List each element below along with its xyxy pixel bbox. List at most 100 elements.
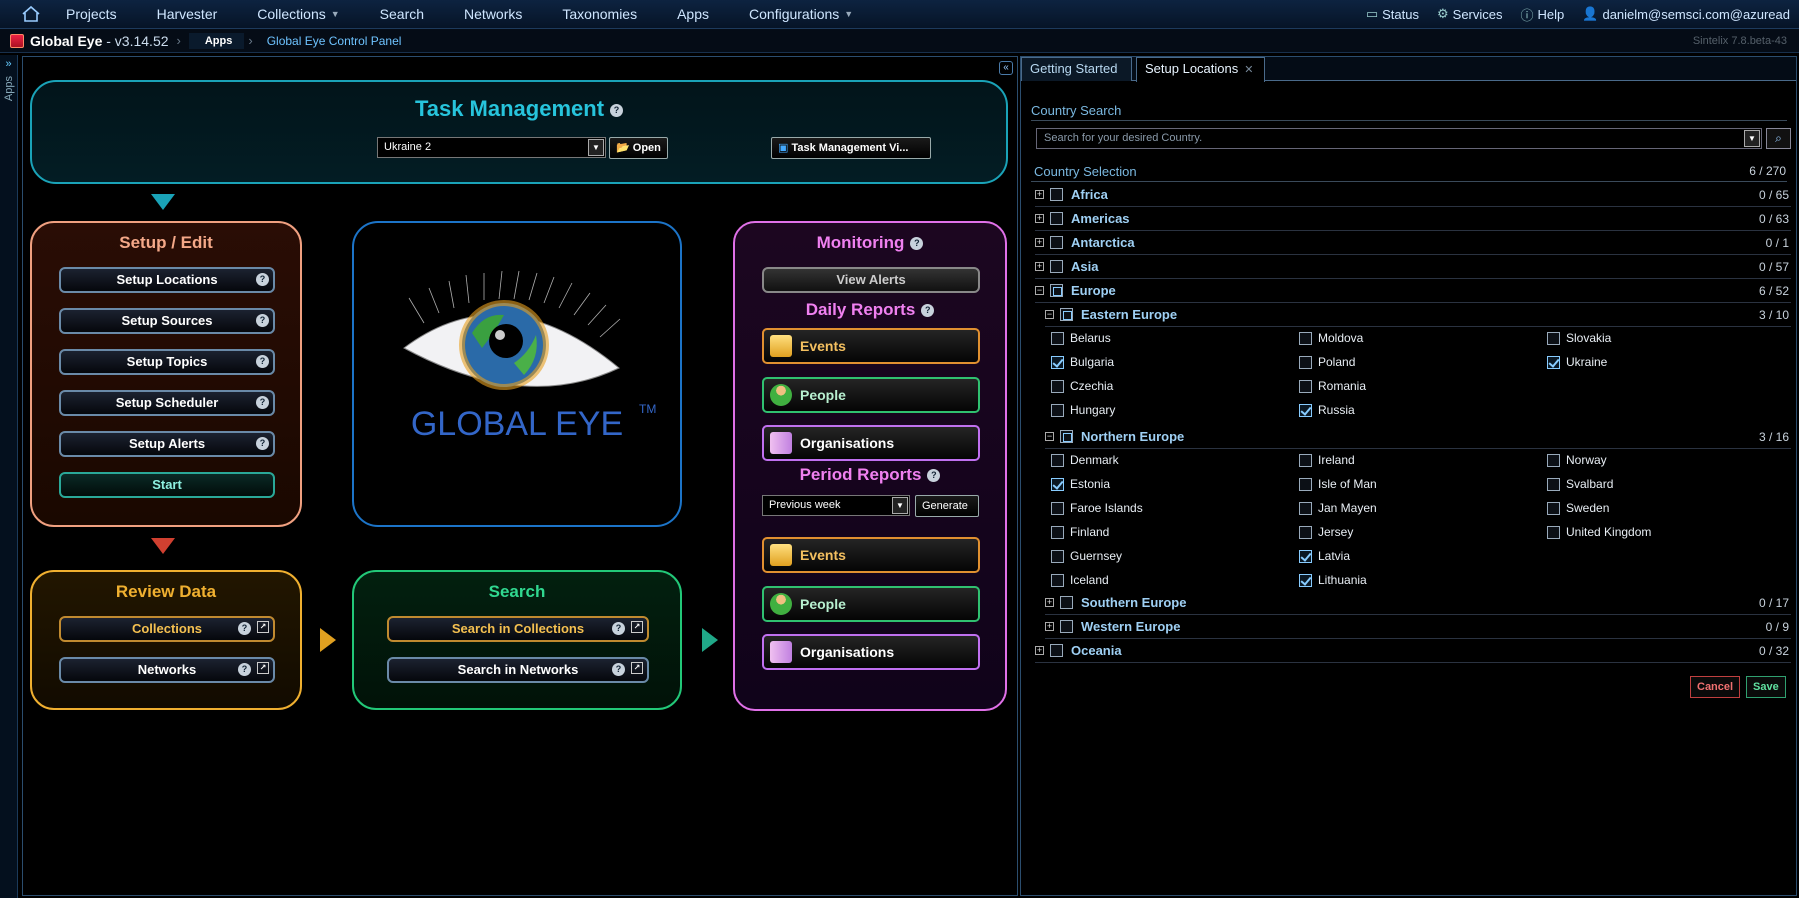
region-row[interactable]: + Oceania 0 / 32	[1035, 639, 1791, 663]
help-icon[interactable]: ?	[612, 622, 625, 635]
expand-icon[interactable]: +	[1045, 598, 1054, 607]
task-management-view-button[interactable]: ▣ Task Management Vi...	[771, 137, 931, 159]
period-events-button[interactable]: Events	[762, 537, 980, 573]
country-item[interactable]: Ukraine	[1547, 355, 1607, 369]
open-button[interactable]: 📂 Open	[609, 137, 668, 159]
expand-icon[interactable]: »	[0, 58, 17, 70]
country-checkbox[interactable]	[1051, 355, 1064, 369]
country-item[interactable]: Estonia	[1051, 477, 1110, 491]
collapse-icon[interactable]: −	[1035, 286, 1044, 295]
expand-icon[interactable]: +	[1035, 214, 1044, 223]
help-icon[interactable]: ?	[910, 237, 924, 251]
country-item[interactable]: Belarus	[1051, 331, 1111, 345]
expand-icon[interactable]: +	[1035, 238, 1044, 247]
country-item[interactable]: Moldova	[1299, 331, 1363, 345]
subregion-checkbox[interactable]	[1060, 620, 1073, 633]
country-checkbox[interactable]	[1299, 549, 1312, 563]
country-checkbox[interactable]	[1299, 525, 1312, 539]
region-checkbox[interactable]	[1050, 212, 1063, 225]
start-button[interactable]: Start	[59, 472, 275, 498]
country-item[interactable]: Czechia	[1051, 379, 1113, 393]
chevron-down-icon[interactable]: ▼	[588, 139, 604, 156]
country-checkbox[interactable]	[1299, 477, 1312, 491]
help-icon[interactable]: ?	[921, 304, 935, 318]
breadcrumb-apps[interactable]: Apps	[188, 32, 245, 49]
country-item[interactable]: Norway	[1547, 453, 1607, 467]
country-checkbox[interactable]	[1299, 379, 1312, 393]
external-link-icon[interactable]: ↗	[257, 662, 269, 674]
country-item[interactable]: Hungary	[1051, 403, 1115, 417]
subregion-row[interactable]: + Southern Europe 0 / 17	[1045, 591, 1791, 615]
country-checkbox[interactable]	[1547, 477, 1560, 491]
help-icon[interactable]: ?	[256, 314, 269, 327]
tab-setup-locations[interactable]: Setup Locations ✕	[1136, 57, 1265, 82]
nav-collections[interactable]: Collections ▼	[237, 0, 359, 29]
country-item[interactable]: Jersey	[1299, 525, 1353, 539]
help-icon[interactable]: ?	[256, 273, 269, 286]
country-checkbox[interactable]	[1051, 403, 1064, 417]
country-checkbox[interactable]	[1051, 549, 1064, 563]
subregion-row[interactable]: − Eastern Europe 3 / 10	[1045, 303, 1791, 327]
collapse-icon[interactable]: −	[1045, 310, 1054, 319]
nav-harvester[interactable]: Harvester	[137, 0, 238, 29]
region-checkbox[interactable]	[1050, 188, 1063, 201]
cancel-button[interactable]: Cancel	[1690, 676, 1741, 698]
country-checkbox[interactable]	[1547, 525, 1560, 539]
setup-alerts-button[interactable]: Setup Alerts?	[59, 431, 275, 457]
region-checkbox[interactable]	[1050, 260, 1063, 273]
help-icon[interactable]: ?	[238, 663, 251, 676]
status-link[interactable]: ▭ Status	[1357, 6, 1428, 22]
help-icon[interactable]: ?	[612, 663, 625, 676]
region-checkbox[interactable]	[1050, 644, 1063, 657]
country-item[interactable]: United Kingdom	[1547, 525, 1651, 539]
region-row[interactable]: + Asia 0 / 57	[1035, 255, 1791, 279]
country-checkbox[interactable]	[1051, 477, 1064, 491]
view-alerts-button[interactable]: View Alerts	[762, 267, 980, 293]
review-networks-button[interactable]: Networks? ↗	[59, 657, 275, 683]
country-checkbox[interactable]	[1051, 501, 1064, 515]
expand-icon[interactable]: +	[1035, 262, 1044, 271]
subregion-checkbox[interactable]	[1060, 308, 1073, 321]
daily-organisations-button[interactable]: Organisations	[762, 425, 980, 461]
expand-icon[interactable]: +	[1045, 622, 1054, 631]
subregion-row[interactable]: + Western Europe 0 / 9	[1045, 615, 1791, 639]
country-checkbox[interactable]	[1547, 355, 1560, 369]
generate-button[interactable]: Generate	[915, 495, 979, 517]
period-select[interactable]: Previous week ▼	[762, 495, 910, 516]
home-icon[interactable]	[16, 3, 46, 25]
collapse-icon[interactable]: −	[1045, 432, 1054, 441]
country-checkbox[interactable]	[1051, 331, 1064, 345]
country-checkbox[interactable]	[1051, 573, 1064, 587]
nav-search[interactable]: Search	[360, 0, 444, 29]
country-checkbox[interactable]	[1051, 453, 1064, 467]
country-item[interactable]: Guernsey	[1051, 549, 1122, 563]
help-icon[interactable]: ?	[927, 469, 941, 483]
search-icon[interactable]: ⌕	[1766, 128, 1791, 149]
country-checkbox[interactable]	[1051, 525, 1064, 539]
period-organisations-button[interactable]: Organisations	[762, 634, 980, 670]
country-item[interactable]: Romania	[1299, 379, 1366, 393]
region-row[interactable]: − Europe 6 / 52	[1035, 279, 1791, 303]
country-checkbox[interactable]	[1547, 453, 1560, 467]
external-link-icon[interactable]: ↗	[631, 662, 643, 674]
collapse-icon[interactable]: «	[999, 61, 1013, 75]
country-item[interactable]: Bulgaria	[1051, 355, 1114, 369]
help-icon[interactable]: ?	[256, 355, 269, 368]
country-checkbox[interactable]	[1299, 331, 1312, 345]
country-item[interactable]: Jan Mayen	[1299, 501, 1377, 515]
nav-apps[interactable]: Apps	[657, 0, 729, 29]
tab-getting-started[interactable]: Getting Started	[1021, 57, 1132, 81]
country-checkbox[interactable]	[1299, 355, 1312, 369]
help-icon[interactable]: ?	[256, 396, 269, 409]
daily-events-button[interactable]: Events	[762, 328, 980, 364]
region-row[interactable]: + Africa 0 / 65	[1035, 183, 1791, 207]
nav-projects[interactable]: Projects	[46, 0, 137, 29]
region-checkbox[interactable]	[1050, 236, 1063, 249]
country-item[interactable]: Faroe Islands	[1051, 501, 1143, 515]
country-checkbox[interactable]	[1299, 403, 1312, 417]
apps-side-tab[interactable]: » Apps	[0, 55, 18, 898]
external-link-icon[interactable]: ↗	[631, 621, 643, 633]
country-checkbox[interactable]	[1299, 573, 1312, 587]
save-button[interactable]: Save	[1746, 676, 1786, 698]
region-row[interactable]: + Antarctica 0 / 1	[1035, 231, 1791, 255]
